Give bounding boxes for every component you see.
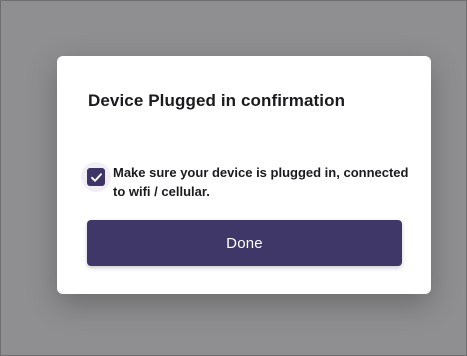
dialog-title: Device Plugged in confirmation xyxy=(88,91,346,110)
confirmation-dialog: Device Plugged in confirmation Make sure… xyxy=(57,56,431,294)
done-button[interactable]: Done xyxy=(87,220,402,266)
plugged-in-confirmation-row[interactable]: Make sure your device is plugged in, con… xyxy=(81,162,411,204)
plugged-in-checkbox[interactable] xyxy=(87,168,105,186)
checkbox-label[interactable]: Make sure your device is plugged in, con… xyxy=(113,163,409,201)
screen-backdrop: Device Plugged in confirmation Make sure… xyxy=(0,0,467,356)
checkmark-icon xyxy=(90,172,102,182)
